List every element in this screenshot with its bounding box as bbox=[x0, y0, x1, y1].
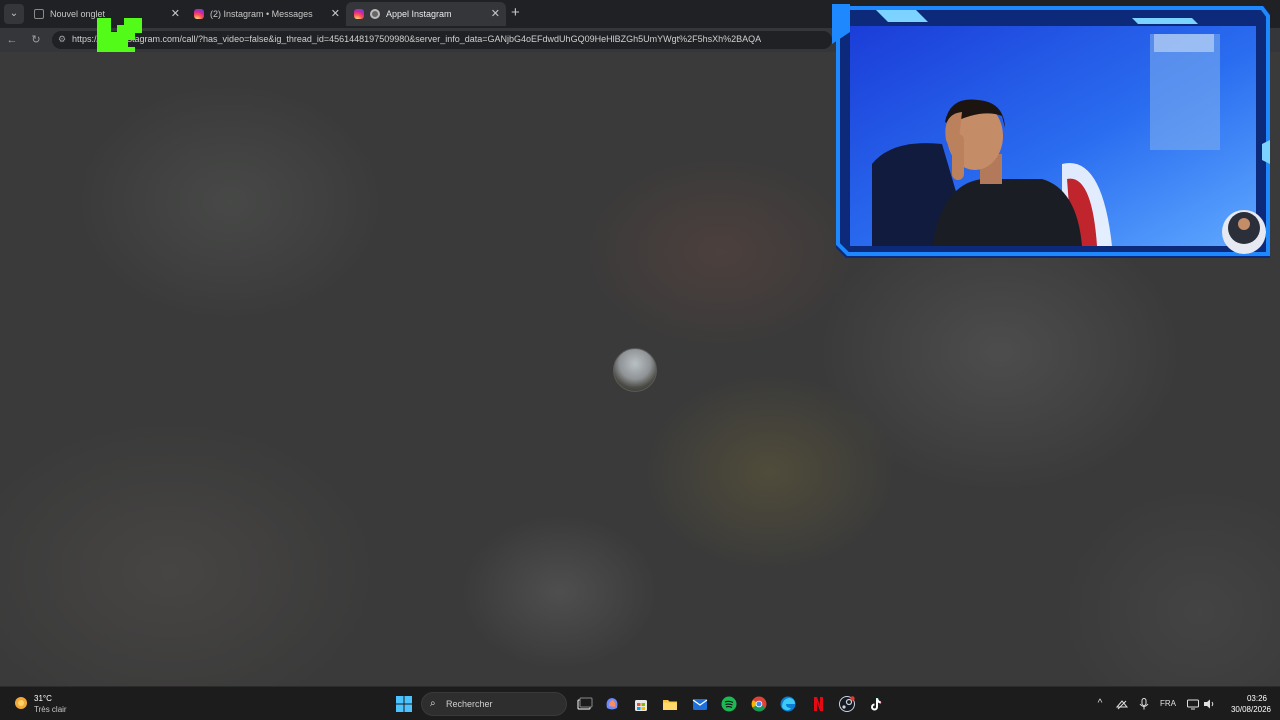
tab-close-icon[interactable]: ✕ bbox=[171, 8, 180, 20]
new-tab-page-icon bbox=[34, 9, 44, 19]
tab-title: Appel Instagram bbox=[386, 9, 452, 19]
display-icon[interactable] bbox=[1186, 697, 1200, 711]
copilot-icon[interactable] bbox=[603, 695, 621, 713]
reload-icon[interactable]: ↻ bbox=[28, 32, 44, 48]
tab-instagram-messages[interactable]: (2) Instagram • Messages ✕ bbox=[186, 2, 346, 26]
file-explorer-icon[interactable] bbox=[661, 695, 679, 713]
webcam-overlay bbox=[832, 4, 1270, 258]
address-url[interactable]: https://www.instagram.com/call/?has_vide… bbox=[72, 34, 761, 44]
mail-icon[interactable] bbox=[691, 695, 709, 713]
recording-icon bbox=[370, 9, 380, 19]
clock-time[interactable]: 03:26 bbox=[1238, 694, 1276, 703]
tab-instagram-call[interactable]: Appel Instagram ✕ bbox=[346, 2, 506, 26]
instagram-icon bbox=[194, 9, 204, 19]
tray-overflow-chevron-icon[interactable]: ^ bbox=[1093, 697, 1107, 711]
microphone-icon[interactable] bbox=[1137, 697, 1151, 711]
weather-condition[interactable]: Très clair bbox=[34, 705, 67, 714]
speaker-icon[interactable] bbox=[1202, 697, 1216, 711]
weather-temperature[interactable]: 31°C bbox=[34, 694, 52, 703]
steam-icon[interactable] bbox=[838, 695, 856, 713]
weather-sun-icon[interactable] bbox=[12, 694, 30, 712]
keyboard-language[interactable]: FRA bbox=[1160, 699, 1176, 708]
caller-avatar[interactable] bbox=[613, 348, 657, 392]
tab-close-icon[interactable]: ✕ bbox=[491, 8, 500, 20]
back-arrow-icon[interactable]: ← bbox=[4, 32, 20, 48]
site-info-icon[interactable]: ⚙ bbox=[58, 34, 69, 45]
new-tab-plus-icon[interactable]: + bbox=[511, 5, 520, 21]
instagram-icon bbox=[354, 9, 364, 19]
task-view-icon[interactable] bbox=[575, 695, 593, 713]
search-icon: ⌕ bbox=[430, 698, 436, 709]
tab-title: (2) Instagram • Messages bbox=[210, 9, 313, 19]
taskbar-search-box[interactable]: ⌕ Rechercher bbox=[421, 692, 567, 716]
chrome-icon[interactable] bbox=[750, 695, 768, 713]
network-icon[interactable] bbox=[1115, 697, 1129, 711]
windows-start-icon[interactable] bbox=[396, 696, 412, 712]
taskbar: 31°C Très clair ⌕ Rechercher ^ FRA 03:26… bbox=[0, 686, 1280, 720]
netflix-icon[interactable] bbox=[809, 695, 827, 713]
tab-close-icon[interactable]: ✕ bbox=[331, 8, 340, 20]
microsoft-store-icon[interactable] bbox=[632, 695, 650, 713]
clock-date[interactable]: 30/08/2026 bbox=[1226, 705, 1276, 714]
address-bar[interactable]: ⚙ https://www.instagram.com/call/?has_vi… bbox=[52, 31, 832, 49]
search-placeholder: Rechercher bbox=[446, 699, 493, 709]
tab-search-chevron-icon[interactable]: ⌄ bbox=[4, 4, 24, 24]
edge-icon[interactable] bbox=[779, 695, 797, 713]
spotify-icon[interactable] bbox=[720, 695, 738, 713]
tiktok-icon[interactable] bbox=[867, 695, 885, 713]
